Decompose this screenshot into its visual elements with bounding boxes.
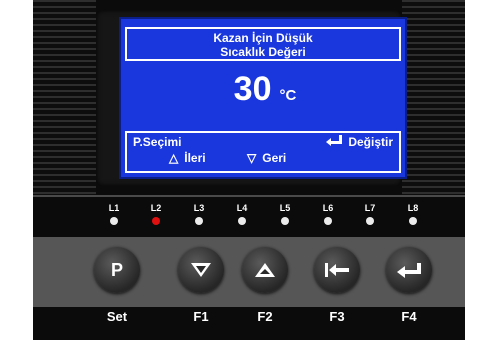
f2-button[interactable] — [242, 247, 288, 293]
left-bar-arrow-icon — [325, 263, 349, 277]
led-dot — [409, 217, 417, 225]
f4-label: F4 — [401, 309, 417, 324]
lcd-reading: 30 °C — [121, 69, 409, 109]
up-arrow-icon — [255, 263, 275, 277]
footer-change: Değiştir — [326, 134, 393, 149]
lcd-screen: Kazan İçin Düşük Sıcaklık Değeri 30 °C P.… — [119, 17, 407, 179]
led-dot — [324, 217, 332, 225]
temperature-value: 30 — [233, 70, 272, 108]
controller-panel: L1 L2 L3 L4 L5 L6 L7 L8 P Set F1 F2 F3 F… — [0, 0, 495, 352]
lcd-title-box: Kazan İçin Düşük Sıcaklık Değeri — [125, 27, 401, 61]
led-dot — [366, 217, 374, 225]
f1-button[interactable] — [178, 247, 224, 293]
left-vent-stripes — [33, 0, 96, 195]
footer-forward: △ İleri — [169, 151, 206, 165]
up-triangle-icon: △ — [169, 151, 179, 165]
f3-label: F3 — [329, 309, 345, 324]
footer-change-text: Değiştir — [348, 135, 393, 149]
lcd-footer-box: P.Seçimi Değiştir △ İleri ▽ Geri — [125, 131, 401, 173]
footer-back-text: Geri — [262, 151, 287, 165]
button-labels: Set F1 F2 F3 F4 — [33, 309, 465, 333]
set-button[interactable]: P — [94, 247, 140, 293]
led-l7: L7 — [360, 203, 380, 225]
f2-label: F2 — [257, 309, 273, 324]
led-label: L8 — [407, 203, 419, 213]
led-l5: L5 — [275, 203, 295, 225]
led-l4: L4 — [232, 203, 252, 225]
p-letter-icon: P — [110, 259, 123, 280]
led-l2: L2 — [146, 203, 166, 225]
set-label: Set — [106, 309, 128, 324]
button-strip: P — [33, 237, 465, 307]
footer-select-text: P.Seçimi — [133, 135, 182, 149]
f1-label: F1 — [193, 309, 209, 324]
led-l6: L6 — [318, 203, 338, 225]
led-label: L7 — [364, 203, 376, 213]
led-dot — [238, 217, 246, 225]
led-l8: L8 — [403, 203, 423, 225]
led-indicator-row: L1 L2 L3 L4 L5 L6 L7 L8 — [33, 203, 465, 233]
f3-button[interactable] — [314, 247, 360, 293]
down-arrow-icon — [191, 263, 211, 277]
led-dot — [281, 217, 289, 225]
footer-back: ▽ Geri — [247, 151, 286, 165]
led-label: L1 — [108, 203, 120, 213]
led-label: L6 — [322, 203, 334, 213]
down-triangle-icon: ▽ — [247, 151, 257, 165]
led-dot — [152, 217, 160, 225]
temperature-unit: °C — [279, 87, 297, 104]
f4-button[interactable] — [386, 247, 432, 293]
right-vent-stripes — [402, 0, 465, 195]
lcd-title-line2: Sıcaklık Değeri — [220, 45, 306, 59]
lcd-title-line1: Kazan İçin Düşük — [213, 31, 313, 45]
led-label: L4 — [236, 203, 248, 213]
led-l3: L3 — [189, 203, 209, 225]
footer-forward-text: İleri — [184, 151, 206, 165]
led-dot — [195, 217, 203, 225]
led-label: L5 — [279, 203, 291, 213]
led-label: L2 — [150, 203, 162, 213]
led-dot — [110, 217, 118, 225]
led-l1: L1 — [104, 203, 124, 225]
panel-divider — [33, 195, 465, 197]
enter-arrow-icon — [397, 263, 421, 278]
led-label: L3 — [193, 203, 205, 213]
enter-icon — [326, 134, 343, 147]
